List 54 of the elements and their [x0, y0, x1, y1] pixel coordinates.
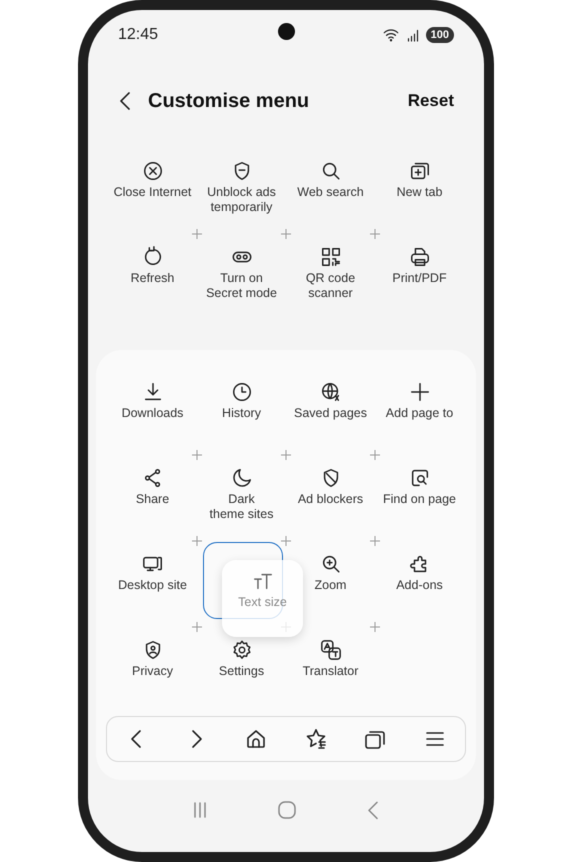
qr-code-icon — [320, 246, 342, 268]
menu-item[interactable]: Close Internet — [108, 160, 197, 222]
dragged-item[interactable]: Text size — [222, 560, 303, 637]
plus-icon — [192, 229, 202, 239]
globe-icon — [320, 381, 342, 403]
menu-item[interactable]: Turn on Secret mode — [197, 246, 286, 308]
page-title: Customise menu — [148, 89, 310, 114]
translate-icon — [320, 639, 342, 661]
plus-icon — [370, 536, 380, 546]
plus-icon — [408, 381, 430, 403]
menu-item[interactable]: Refresh — [108, 246, 197, 308]
moon-icon — [230, 467, 252, 489]
gear-icon — [230, 639, 252, 661]
toolbar-button[interactable] — [304, 727, 328, 751]
menu-item[interactable]: Ad blockers — [286, 467, 375, 529]
menu-item[interactable]: Translator — [286, 639, 375, 701]
plus-icon — [370, 450, 380, 460]
plus-icon — [370, 229, 380, 239]
menu-item[interactable]: Dark theme sites — [197, 467, 286, 529]
recents-icon — [194, 802, 206, 818]
menu-item[interactable]: Web search — [286, 160, 375, 222]
menu-item[interactable]: Add page to — [375, 381, 464, 443]
printer-icon — [408, 246, 430, 268]
close-icon — [142, 160, 164, 182]
nav-button[interactable] — [194, 802, 206, 818]
clock-icon — [230, 381, 252, 403]
menu-item[interactable]: Find on page — [375, 467, 464, 529]
menu-item[interactable]: Desktop site — [108, 553, 197, 615]
status-time: 12:45 — [118, 25, 158, 45]
menu-item[interactable]: Print/PDF — [375, 246, 464, 308]
menu-item[interactable]: Downloads — [108, 381, 197, 443]
star-icon — [304, 727, 328, 751]
battery-level: 100 — [426, 27, 454, 43]
new-tab-icon — [408, 160, 430, 182]
nav-button[interactable] — [278, 801, 296, 819]
plus-icon — [192, 536, 202, 546]
menu-item[interactable]: Unblock ads temporarily — [197, 160, 286, 222]
menu-item[interactable]: Privacy — [108, 639, 197, 701]
plus-icon — [192, 622, 202, 632]
menu-item[interactable]: Share — [108, 467, 197, 529]
menu-item[interactable]: Settings — [197, 639, 286, 701]
menu-item[interactable]: QR code scanner — [286, 246, 375, 308]
menu-item[interactable]: New tab — [375, 160, 464, 222]
plus-icon — [370, 622, 380, 632]
home-icon — [278, 801, 296, 819]
plus-icon — [281, 229, 291, 239]
plus-icon — [192, 450, 202, 460]
menu-item[interactable]: Add-ons — [375, 553, 464, 615]
menu-item[interactable]: History — [197, 381, 286, 443]
reset-button[interactable]: Reset — [408, 88, 454, 114]
menu-item[interactable]: Saved pages — [286, 381, 375, 443]
plus-icon — [281, 536, 291, 546]
camera-hole — [278, 23, 295, 40]
plus-icon — [281, 450, 291, 460]
